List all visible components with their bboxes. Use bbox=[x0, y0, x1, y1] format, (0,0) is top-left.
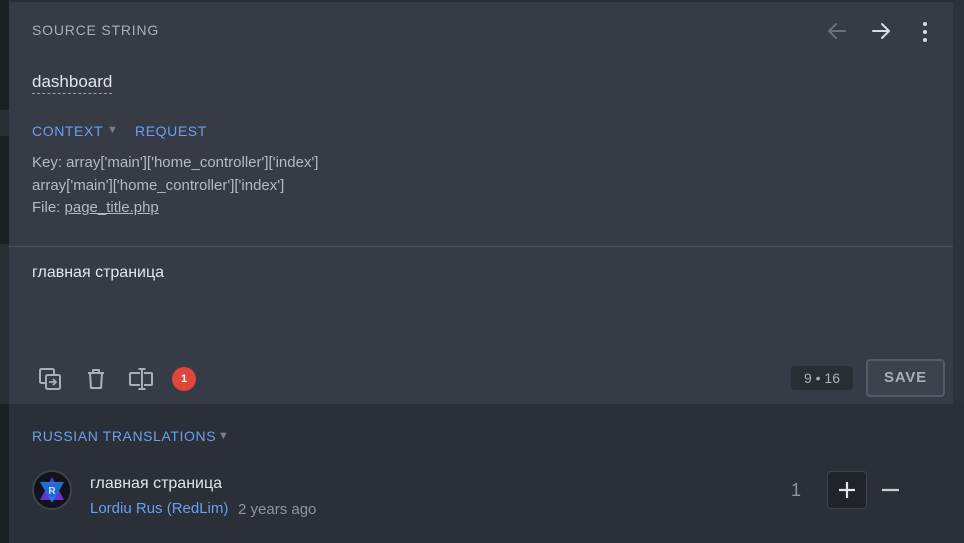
tab-context[interactable]: CONTEXT bbox=[32, 123, 103, 139]
vote-up-button[interactable] bbox=[827, 471, 867, 509]
source-string-label: SOURCE STRING bbox=[32, 22, 160, 38]
suggestion-text: главная страница bbox=[90, 475, 223, 492]
editor-divider bbox=[9, 246, 953, 247]
character-counter: 9 • 16 bbox=[791, 366, 853, 390]
suggestion-timestamp: 2 years ago bbox=[238, 501, 317, 518]
machine-translate-icon[interactable] bbox=[128, 366, 154, 392]
right-edge bbox=[953, 0, 964, 404]
chevron-down-icon[interactable]: ▼ bbox=[107, 124, 118, 136]
more-options-icon[interactable] bbox=[915, 18, 935, 46]
russian-translations-toggle[interactable]: RUSSIAN TRANSLATIONS bbox=[32, 428, 216, 444]
vote-count: 1 bbox=[791, 480, 802, 500]
next-string-arrow-icon[interactable] bbox=[868, 18, 894, 44]
avatar: R bbox=[32, 470, 72, 510]
left-strip-marker bbox=[0, 110, 9, 136]
translation-editor: SOURCE STRING dashboard CONTEXT ▼ REQUES… bbox=[9, 0, 953, 404]
tab-request[interactable]: REQUEST bbox=[135, 123, 207, 139]
save-button[interactable]: SAVE bbox=[866, 359, 945, 397]
translations-panel: RUSSIAN TRANSLATIONS ▼ R главная страниц… bbox=[9, 404, 964, 543]
translation-textarea[interactable]: главная страница bbox=[32, 264, 164, 282]
left-strip bbox=[0, 0, 9, 543]
source-string-text: dashboard bbox=[32, 72, 113, 94]
delete-icon[interactable] bbox=[83, 366, 109, 392]
left-strip-marker bbox=[0, 244, 9, 404]
suggestion-author-link[interactable]: Lordiu Rus (RedLim) bbox=[90, 500, 228, 517]
minus-icon bbox=[882, 488, 899, 492]
previous-string-arrow-icon[interactable] bbox=[824, 18, 850, 44]
chevron-down-icon[interactable]: ▼ bbox=[218, 430, 229, 442]
context-key-continued: array['main']['home_controller']['index'… bbox=[32, 176, 285, 194]
context-file-link[interactable]: page_title.php bbox=[65, 199, 159, 216]
copy-source-icon[interactable] bbox=[37, 366, 63, 392]
svg-text:R: R bbox=[48, 486, 56, 497]
context-key: Key: array['main']['home_controller']['i… bbox=[32, 154, 319, 171]
vote-down-button[interactable] bbox=[875, 471, 907, 509]
context-details: Key: array['main']['home_controller']['i… bbox=[32, 152, 318, 220]
context-file: File: page_title.php bbox=[32, 197, 318, 220]
notification-badge[interactable]: 1 bbox=[172, 367, 196, 391]
context-file-prefix: File: bbox=[32, 199, 65, 216]
plus-icon bbox=[839, 482, 855, 498]
